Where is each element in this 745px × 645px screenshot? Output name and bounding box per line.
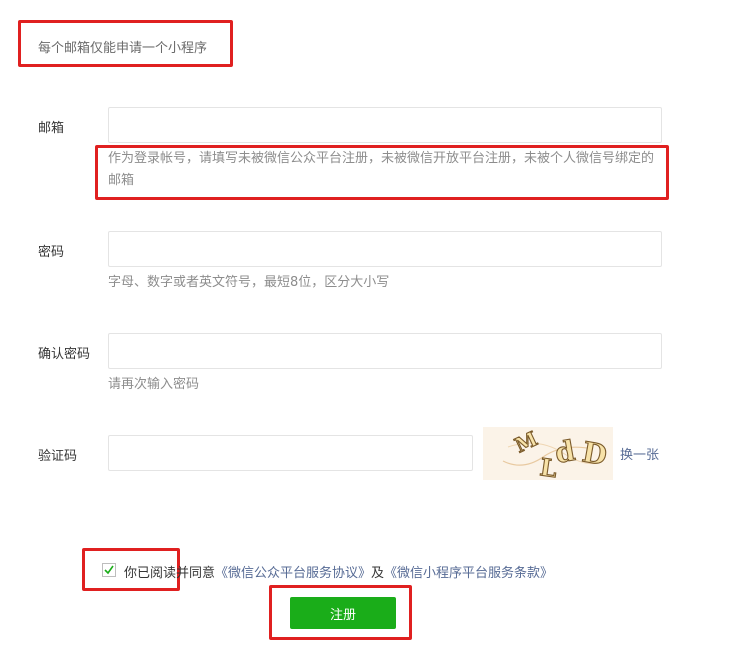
- captcha-char-1: M: [511, 427, 541, 458]
- service-agreement-link[interactable]: 《微信公众平台服务协议》: [215, 566, 371, 581]
- agreement-prefix: 你已阅读并同意: [124, 566, 216, 581]
- email-hint: 作为登录帐号，请填写未被微信公众平台注册，未被微信开放平台注册，未被个人微信号绑…: [108, 151, 655, 188]
- register-button[interactable]: 注册: [290, 597, 396, 629]
- page-notice: 每个邮箱仅能申请一个小程序: [38, 41, 208, 56]
- captcha-input[interactable]: [108, 435, 473, 471]
- miniprogram-terms-link[interactable]: 《微信小程序平台服务条款》: [384, 566, 553, 581]
- captcha-image[interactable]: M L d D: [483, 427, 613, 480]
- confirm-password-label: 确认密码: [38, 347, 91, 362]
- password-label: 密码: [38, 245, 65, 260]
- password-input[interactable]: [108, 231, 662, 267]
- captcha-char-4: D: [580, 435, 610, 472]
- confirm-password-input[interactable]: [108, 333, 662, 369]
- password-hint: 字母、数字或者英文符号，最短8位，区分大小写: [108, 275, 390, 290]
- agreement-checkbox[interactable]: [102, 563, 116, 577]
- confirm-password-hint: 请再次输入密码: [108, 377, 200, 392]
- captcha-refresh-link[interactable]: 换一张: [620, 444, 659, 463]
- captcha-label: 验证码: [38, 449, 78, 464]
- email-label: 邮箱: [38, 121, 65, 136]
- email-input[interactable]: [108, 107, 662, 143]
- agreement-joiner: 及: [371, 566, 385, 581]
- checkmark-icon: [104, 565, 114, 575]
- agreement-text: 你已阅读并同意《微信公众平台服务协议》及《微信小程序平台服务条款》: [124, 562, 553, 581]
